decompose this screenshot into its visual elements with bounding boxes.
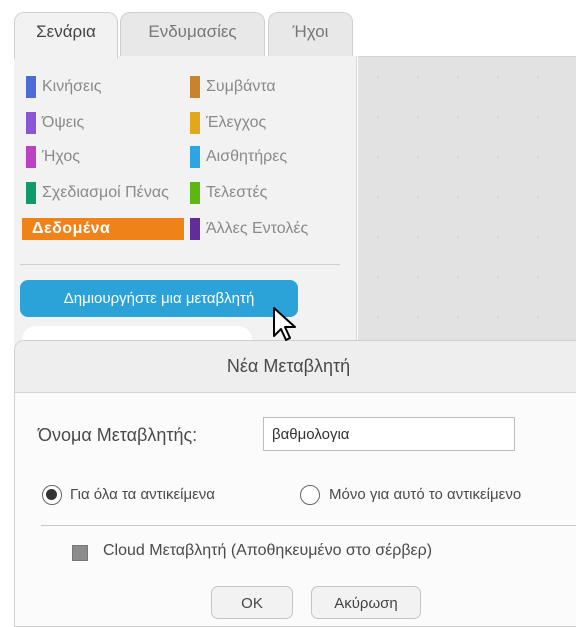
category-label: Όψεις	[42, 114, 85, 131]
category-label: Έλεγχος	[206, 114, 267, 131]
category-label: Συμβάντα	[206, 78, 276, 95]
radio-for-all-sprites[interactable]	[42, 485, 62, 505]
category-sound[interactable]: Ήχος	[26, 146, 196, 168]
category-looks[interactable]: Όψεις	[26, 112, 196, 134]
category-motion[interactable]: Κινήσεις	[26, 76, 196, 98]
category-label: Άλλες Εντολές	[206, 220, 309, 237]
category-label: Δεδομένα	[32, 220, 111, 237]
sound-color-swatch	[26, 146, 36, 168]
mouse-pointer-icon	[273, 307, 296, 341]
category-events[interactable]: Συμβάντα	[190, 76, 350, 98]
cancel-button[interactable]: Ακύρωση	[311, 586, 421, 619]
tab-sounds[interactable]: Ήχοι	[268, 12, 353, 56]
palette-divider	[20, 264, 340, 265]
pen-color-swatch	[26, 182, 36, 204]
category-control[interactable]: Έλεγχος	[190, 112, 350, 134]
tab-scripts[interactable]: Σενάρια	[14, 12, 118, 59]
category-label: Ήχος	[42, 148, 80, 165]
cloud-variable-label[interactable]: Cloud Μεταβλητή (Αποθηκευμένο στο σέρβερ…	[103, 542, 432, 560]
category-operators[interactable]: Τελεστές	[190, 182, 350, 204]
category-pen[interactable]: Σχεδιασμοί Πένας	[26, 182, 192, 204]
make-variable-button[interactable]: Δημιουργήστε μια μεταβλητή	[20, 280, 298, 317]
category-label: Κινήσεις	[42, 78, 102, 95]
category-sensing[interactable]: Αισθητήρες	[190, 146, 350, 168]
radio-this-sprite-only-label[interactable]: Μόνο για αυτό το αντικείμενο	[329, 486, 521, 503]
more-blocks-color-swatch	[190, 218, 200, 240]
motion-color-swatch	[26, 76, 36, 98]
category-label: Τελεστές	[206, 184, 268, 201]
tab-costumes[interactable]: Ενδυμασίες	[120, 12, 265, 56]
cloud-variable-checkbox[interactable]	[72, 545, 88, 561]
variable-name-label: Όνομα Μεταβλητής:	[38, 425, 198, 445]
events-color-swatch	[190, 76, 200, 98]
category-label: Αισθητήρες	[206, 148, 288, 165]
radio-for-all-sprites-label[interactable]: Για όλα τα αντικείμενα	[70, 486, 215, 503]
category-data[interactable]: Δεδομένα	[22, 218, 184, 240]
ok-button[interactable]: OK	[211, 586, 293, 619]
operators-color-swatch	[190, 182, 200, 204]
category-label: Σχεδιασμοί Πένας	[42, 184, 169, 201]
sensing-color-swatch	[190, 146, 200, 168]
dialog-title: Νέα Μεταβλητή	[15, 341, 576, 393]
looks-color-swatch	[26, 112, 36, 134]
category-more-blocks[interactable]: Άλλες Εντολές	[190, 218, 350, 240]
control-color-swatch	[190, 112, 200, 134]
new-variable-dialog: Νέα Μεταβλητή Όνομα Μεταβλητής: Για όλα …	[14, 340, 576, 627]
variable-name-input[interactable]	[263, 417, 515, 451]
dialog-divider	[41, 525, 576, 526]
radio-this-sprite-only[interactable]	[300, 485, 320, 505]
